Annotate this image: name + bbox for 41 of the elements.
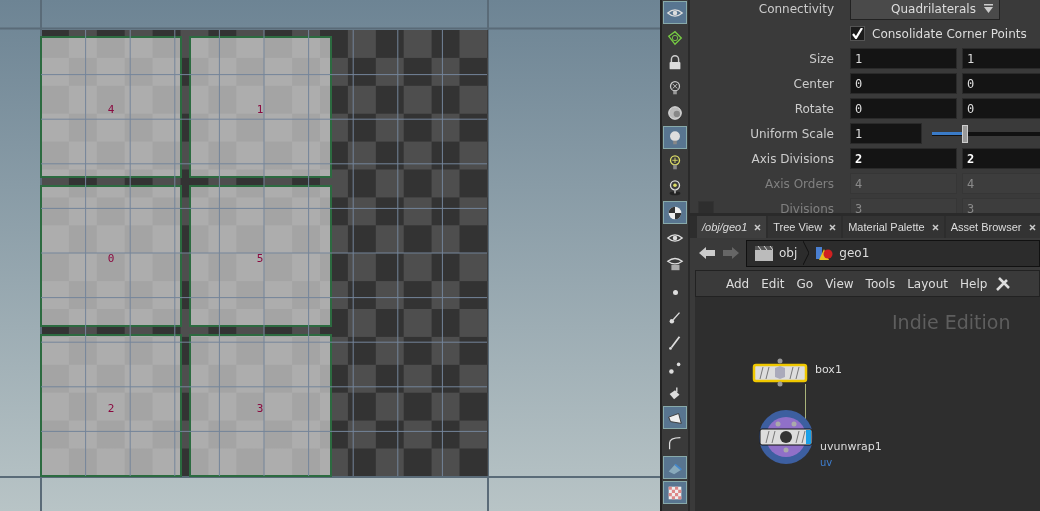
dropdown-menu[interactable]: Quadrilaterals bbox=[850, 0, 1000, 20]
menu-item[interactable]: Add bbox=[720, 276, 756, 291]
island-number: 0 bbox=[107, 251, 115, 265]
island-number: 2 bbox=[107, 401, 115, 415]
parameter-label: Connectivity bbox=[757, 1, 834, 16]
number-field[interactable]: 0 bbox=[962, 98, 1040, 119]
path-crumb[interactable]: obj bbox=[755, 245, 798, 261]
pane-tab[interactable]: Asset Browser bbox=[945, 216, 1040, 238]
parameter-label: Center bbox=[792, 76, 834, 91]
pane-tab[interactable]: /obj/geo1 bbox=[697, 216, 767, 238]
checkbox-label: Consolidate Corner Points bbox=[872, 26, 1027, 41]
number-field[interactable]: 1 bbox=[850, 48, 957, 69]
parameter-label: Size bbox=[808, 51, 834, 66]
node-type-label: uv bbox=[820, 457, 833, 468]
pane-tab[interactable]: Tree View bbox=[768, 216, 842, 238]
path-crumb[interactable]: geo1 bbox=[815, 245, 870, 261]
menu-item[interactable]: Layout bbox=[901, 276, 954, 291]
number-field[interactable]: 1 bbox=[850, 123, 922, 144]
parameter-label: Divisions bbox=[779, 201, 834, 213]
parameter-label: Uniform Scale bbox=[749, 126, 834, 141]
parameter-label: Axis Orders bbox=[763, 176, 834, 191]
number-field[interactable]: 0 bbox=[962, 73, 1040, 94]
node-name: uvunwrap1 bbox=[820, 440, 882, 453]
node-name: box1 bbox=[815, 363, 842, 376]
menu-item[interactable]: View bbox=[819, 276, 860, 291]
number-field[interactable]: 0 bbox=[850, 73, 957, 94]
number-field[interactable]: 2 bbox=[850, 148, 957, 169]
island-number: 5 bbox=[256, 251, 264, 265]
island-number: 3 bbox=[256, 401, 264, 415]
pane-tab[interactable]: Material Palette bbox=[843, 216, 944, 238]
menu-item[interactable]: Go bbox=[790, 276, 820, 291]
number-field[interactable]: 1 bbox=[962, 48, 1040, 69]
parameter-label: Rotate bbox=[793, 101, 834, 116]
menu-item[interactable]: Tools bbox=[859, 276, 902, 291]
island-number: 4 bbox=[107, 102, 115, 116]
number-field[interactable]: 2 bbox=[962, 148, 1040, 169]
island-number: 1 bbox=[256, 102, 264, 116]
menu-item[interactable]: Edit bbox=[755, 276, 791, 291]
number-field[interactable]: 0 bbox=[850, 98, 957, 119]
parameter-label: Axis Divisions bbox=[750, 151, 834, 166]
menu-item[interactable]: Help bbox=[953, 276, 994, 291]
